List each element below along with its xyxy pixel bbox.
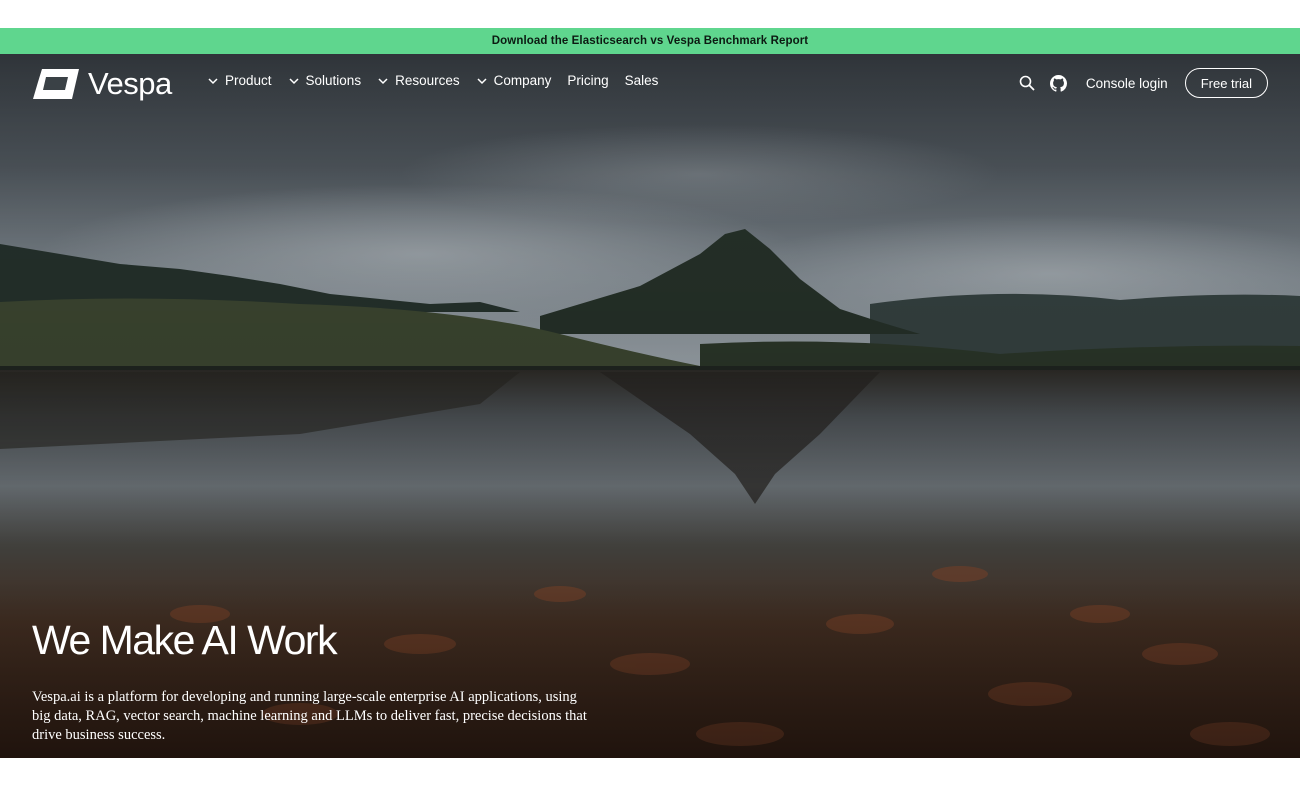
- nav-item-solutions[interactable]: Solutions: [288, 73, 362, 88]
- main-menu: Product Solutions Resources Company Pric…: [207, 73, 674, 88]
- nav-actions: Console login Free trial: [1017, 68, 1268, 98]
- announcement-banner[interactable]: Download the Elasticsearch vs Vespa Benc…: [0, 28, 1300, 54]
- hero-headline: We Make AI Work: [32, 617, 338, 663]
- nav-item-label: Pricing: [567, 73, 609, 88]
- nav-item-label: Solutions: [305, 73, 362, 88]
- vespa-logo[interactable]: Vespa: [32, 66, 172, 102]
- nav-item-label: Company: [493, 73, 552, 88]
- nav-item-product[interactable]: Product: [207, 73, 272, 88]
- github-icon[interactable]: [1049, 73, 1069, 93]
- nav-item-label: Sales: [624, 73, 659, 88]
- search-icon[interactable]: [1017, 73, 1037, 93]
- nav-item-label: Product: [225, 73, 272, 88]
- top-navigation: Vespa Product Solutions Resources Compan…: [0, 54, 1300, 114]
- nav-item-label: Resources: [395, 73, 460, 88]
- nav-item-sales[interactable]: Sales: [625, 73, 659, 88]
- logo-wordmark: Vespa: [88, 66, 172, 101]
- hero-description: Vespa.ai is a platform for developing an…: [32, 689, 587, 743]
- chevron-down-icon: [476, 75, 488, 87]
- free-trial-button[interactable]: Free trial: [1184, 68, 1268, 98]
- below-hero-area: [0, 758, 1300, 788]
- console-login-link[interactable]: Console login: [1086, 76, 1168, 91]
- chevron-down-icon: [207, 75, 219, 87]
- hero-section: Vespa Product Solutions Resources Compan…: [0, 54, 1300, 758]
- chevron-down-icon: [288, 75, 300, 87]
- chevron-down-icon: [377, 75, 389, 87]
- nav-item-resources[interactable]: Resources: [377, 73, 460, 88]
- top-blank-strip: [0, 0, 1300, 28]
- banner-link[interactable]: Download the Elasticsearch vs Vespa Benc…: [492, 35, 808, 47]
- vespa-logo-icon: [33, 69, 79, 99]
- nav-item-company[interactable]: Company: [476, 73, 552, 88]
- nav-item-pricing[interactable]: Pricing: [567, 73, 608, 88]
